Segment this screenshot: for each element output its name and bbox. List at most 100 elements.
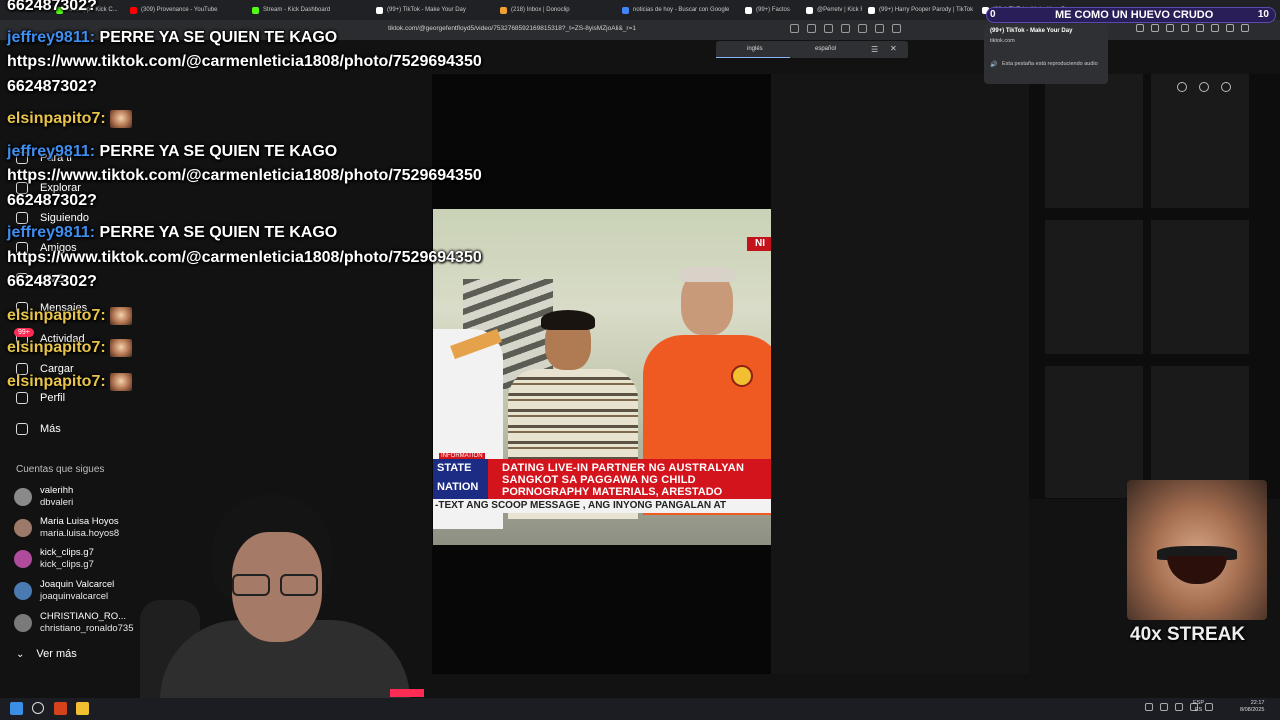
translate-target-language[interactable]: español	[815, 46, 836, 52]
tab-label: Stream - Kick Dashboard	[263, 7, 331, 13]
news-logo: NI	[747, 237, 771, 251]
translate-source-language[interactable]: inglés	[747, 46, 763, 52]
see-more-link[interactable]: ⌄ Ver más	[16, 648, 77, 660]
screenshot-icon[interactable]	[807, 24, 816, 33]
menu-icon[interactable]	[1241, 24, 1249, 32]
chat-text: PERRE YA SE QUIEN TE KAGO	[99, 224, 338, 241]
browser-tab[interactable]: (99+) Harry Pooper Parody | TikTok	[868, 3, 973, 17]
thumbnail[interactable]	[1151, 366, 1249, 498]
thumbnail[interactable]	[1045, 220, 1143, 354]
settings-icon[interactable]	[1226, 24, 1234, 32]
phone-icon[interactable]	[1199, 82, 1209, 92]
cast-icon[interactable]	[790, 24, 799, 33]
account-handle: christiano_ronaldo735	[40, 623, 134, 634]
close-icon[interactable]: ✕	[890, 44, 897, 53]
chat-message: elsinpapito7:	[7, 372, 132, 392]
avatar	[14, 488, 32, 506]
browser-tab[interactable]: (99+) TikTok - Make Your Day	[376, 3, 466, 17]
avatar	[14, 519, 32, 537]
windows-start-icon[interactable]	[10, 702, 23, 715]
download-icon[interactable]	[1196, 24, 1204, 32]
stream-goal-bar: 0 ME COMO UN HUEVO CRUDO 10	[986, 7, 1276, 23]
zoom-icon[interactable]	[841, 24, 850, 33]
input-language[interactable]: ESP ES	[1193, 700, 1204, 714]
pip-icon[interactable]	[1177, 82, 1187, 92]
browser-tab[interactable]: noticias de hoy - Buscar con Google	[622, 3, 729, 17]
more-icon	[16, 423, 28, 435]
chat-message: elsinpapito7:	[7, 109, 132, 129]
hamburger-menu-icon[interactable]: ☰	[871, 45, 878, 54]
tab-favicon-icon	[622, 6, 629, 14]
thumbnail[interactable]	[1151, 220, 1249, 354]
sidebar-item-label: Más	[40, 423, 61, 435]
video-player[interactable]: NI INFORMATION STATE NATION DATING LIVE-…	[433, 209, 771, 545]
chat-message: https://www.tiktok.com/@carmenleticia180…	[7, 248, 482, 268]
url-field[interactable]: tiktok.com/@georgefentfloyd5/video/75327…	[388, 25, 636, 32]
followed-account[interactable]: valerihh dbvaleri	[14, 484, 73, 510]
wallet-icon[interactable]	[1166, 24, 1174, 32]
tab-label: @Perretv | Kick F...	[817, 7, 862, 13]
avatar	[14, 582, 32, 600]
browser-tab[interactable]: (218) Inbox | Donoclip	[500, 3, 570, 17]
mic-icon[interactable]	[1175, 703, 1183, 711]
address-bar-actions	[790, 24, 901, 33]
chevron-up-icon[interactable]	[1145, 703, 1153, 711]
sidebar-item[interactable]: Más	[16, 423, 61, 435]
followed-account[interactable]: kick_clips.g7 kick_clips.g7	[14, 546, 94, 572]
chat-username: elsinpapito7:	[7, 373, 106, 390]
news-headline: DATING LIVE-IN PARTNER NG AUSTRALYAN SAN…	[488, 459, 771, 499]
chat-text: https://www.tiktok.com/@carmenleticia180…	[7, 53, 482, 70]
browser-tab[interactable]: (99+) Factos	[745, 3, 790, 17]
sidebar-item-label: Perfil	[40, 392, 66, 404]
video-progress-bar[interactable]	[390, 689, 424, 697]
chat-message: 662487302?	[7, 272, 97, 292]
chat-text: 662487302?	[7, 78, 97, 95]
popup-note: Esta pestaña está reproduciendo audio	[1002, 61, 1098, 67]
goal-message: ME COMO UN HUEVO CRUDO	[1055, 9, 1214, 21]
thumbnail[interactable]	[1151, 74, 1249, 208]
chat-message: elsinpapito7:	[7, 306, 132, 326]
bookmark-icon[interactable]	[875, 24, 884, 33]
browser-tab[interactable]: Stream - Kick Dashboard	[252, 3, 330, 17]
tab-favicon-icon	[806, 6, 813, 14]
network-icon[interactable]	[1160, 703, 1168, 711]
file-explorer-icon[interactable]	[76, 702, 89, 715]
chat-text: PERRE YA SE QUIEN TE KAGO	[99, 29, 338, 46]
thumbnail[interactable]	[1045, 74, 1143, 208]
streak-label: 40x STREAK	[1130, 624, 1246, 645]
laughing-emote-icon	[109, 306, 132, 325]
browser-tab[interactable]: @Perretv | Kick F...	[806, 3, 862, 17]
avatar[interactable]	[1221, 82, 1231, 92]
account-handle: joaquinvalcarcel	[40, 591, 109, 602]
followed-account[interactable]: Maria Luisa Hoyos maria.luisa.hoyos8	[14, 515, 119, 541]
tab-favicon-icon	[868, 6, 875, 14]
tab-label: (309) Provenance - YouTube	[141, 7, 218, 13]
chat-message: jeffrey9811: PERRE YA SE QUIEN TE KAGO	[7, 28, 337, 48]
app-tray-icon[interactable]	[1205, 703, 1213, 711]
sidebar-icon[interactable]	[1181, 24, 1189, 32]
profile-icon[interactable]	[1211, 24, 1219, 32]
popup-domain: tiktok.com	[990, 38, 1015, 44]
browser-tab[interactable]: (309) Provenance - YouTube	[130, 3, 218, 17]
see-more-label: Ver más	[36, 648, 77, 660]
shield-icon[interactable]	[892, 24, 901, 33]
windows-taskbar	[0, 698, 1280, 720]
profile-icon	[16, 392, 28, 404]
chat-username: jeffrey9811:	[7, 143, 96, 160]
followed-account[interactable]: CHRISTIANO_RO... christiano_ronaldo735	[14, 610, 133, 636]
account-handle: dbvaleri	[40, 497, 74, 508]
thumbnail[interactable]	[1045, 366, 1143, 498]
puzzle-icon[interactable]	[1151, 24, 1159, 32]
system-clock[interactable]: 22:17 8/08/2025	[1240, 700, 1264, 714]
translate-icon[interactable]	[824, 24, 833, 33]
search-icon[interactable]	[32, 702, 44, 714]
extension-icon[interactable]	[1136, 24, 1144, 32]
brave-browser-icon[interactable]	[54, 702, 67, 715]
share-icon[interactable]	[858, 24, 867, 33]
followed-account[interactable]: Joaquin Valcarcel joaquinvalcarcel	[14, 578, 114, 604]
chat-username: elsinpapito7:	[7, 110, 106, 127]
sidebar-item[interactable]: Perfil	[16, 392, 65, 404]
account-name: Maria Luisa Hoyos	[40, 516, 119, 527]
chat-message: jeffrey9811: PERRE YA SE QUIEN TE KAGO	[7, 142, 337, 162]
chat-username: elsinpapito7:	[7, 339, 106, 356]
